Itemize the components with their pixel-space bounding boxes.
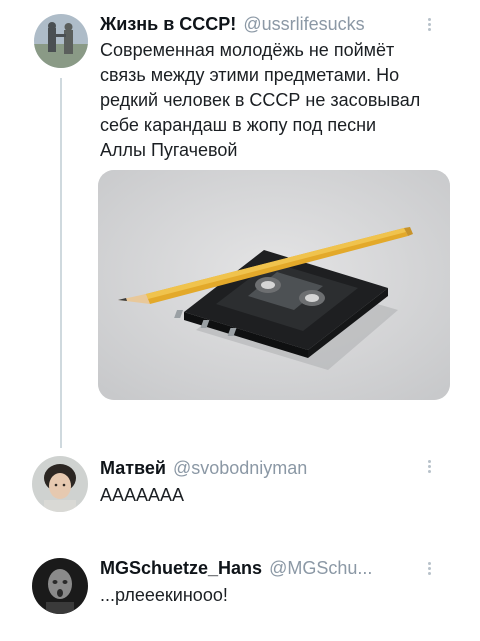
more-options-icon[interactable] — [428, 460, 432, 475]
reply-author-handle[interactable]: @svobodniyman — [173, 458, 307, 478]
tweet-header: Жизнь в СССР! @ussrlifesucks — [100, 14, 365, 35]
thread-line — [60, 78, 62, 448]
reply-author-handle[interactable]: @MGSchu... — [269, 558, 372, 578]
author-handle[interactable]: @ussrlifesucks — [243, 14, 364, 34]
reply-text: ...рлееекинооо! — [100, 585, 228, 605]
tweet-text: Современная молодёжь не поймёт связь меж… — [100, 38, 420, 163]
avatar[interactable] — [34, 14, 88, 68]
reply-header: Матвей @svobodniyman — [100, 458, 307, 479]
reply-header: MGSchuetze_Hans @MGSchu... — [100, 558, 372, 579]
avatar[interactable] — [32, 558, 88, 614]
tweet-media-photo[interactable] — [98, 170, 450, 400]
tweet-text-line: редкий человек в СССР не засовывал — [100, 90, 421, 110]
tweet-text-line: Аллы Пугачевой — [100, 140, 238, 160]
tweet-text-line: связь между этими предметами. Но — [100, 65, 400, 85]
more-options-icon[interactable] — [428, 18, 432, 33]
reply-text: АААААAA — [100, 485, 185, 505]
cassette-pencil-image — [98, 170, 450, 400]
author-name[interactable]: Жизнь в СССР! — [100, 14, 236, 34]
reply-author-name[interactable]: Матвей — [100, 458, 166, 478]
more-options-icon[interactable] — [428, 562, 432, 577]
avatar[interactable] — [32, 456, 88, 512]
tweet-text-line: себе карандаш в жопу под песни — [100, 115, 377, 135]
tweet-text-line: Современная молодёжь не поймёт — [100, 40, 395, 60]
reply-author-name[interactable]: MGSchuetze_Hans — [100, 558, 262, 578]
